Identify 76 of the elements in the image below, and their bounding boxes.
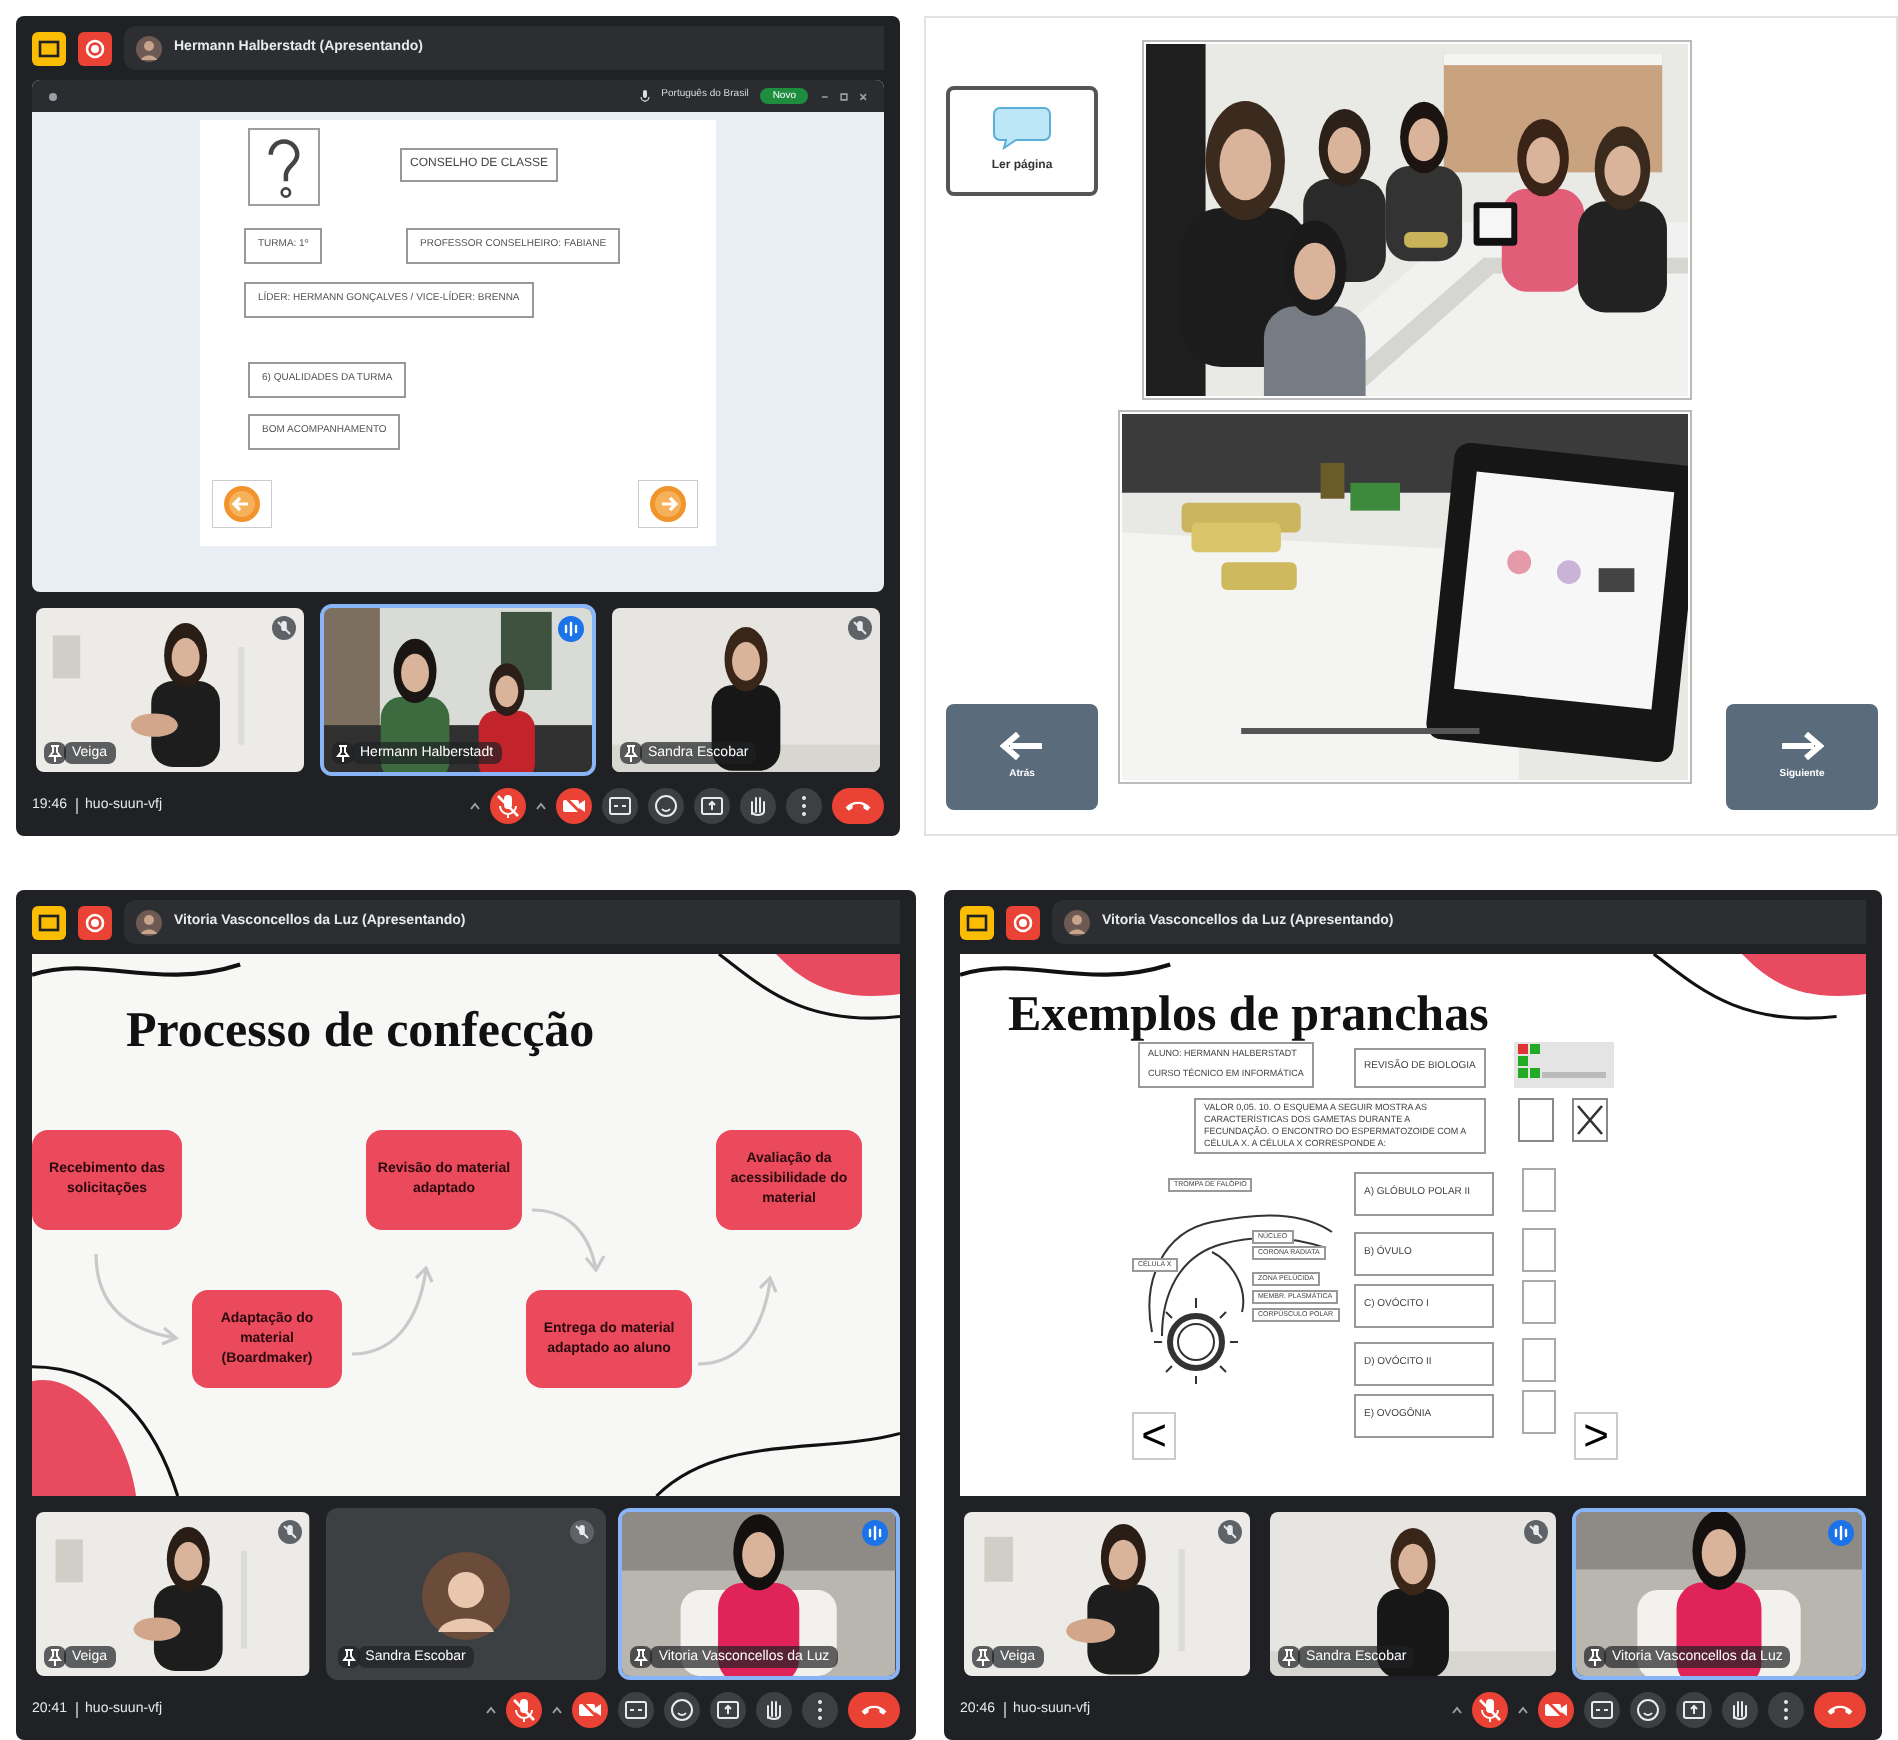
pin-icon[interactable]: [44, 1646, 66, 1668]
camera-off-button[interactable]: [572, 1692, 608, 1728]
notes-button[interactable]: [960, 905, 994, 939]
captions-button[interactable]: [602, 788, 638, 824]
camera-off-button[interactable]: [1538, 1692, 1574, 1728]
speech-bubble-icon: [992, 106, 1052, 150]
caret-icon[interactable]: [552, 1706, 562, 1714]
curved-arrow: [694, 1274, 782, 1370]
recording-button[interactable]: [1006, 905, 1040, 939]
end-call-button[interactable]: [832, 788, 884, 824]
pin-icon[interactable]: [620, 742, 642, 764]
pin-icon[interactable]: [337, 1646, 360, 1668]
presenter-avatar: [136, 909, 162, 935]
pin-icon[interactable]: [1278, 1646, 1300, 1668]
emoji-button[interactable]: [648, 788, 684, 824]
more-options-button[interactable]: [786, 788, 822, 824]
curved-arrow: [92, 1250, 180, 1346]
present-button[interactable]: [694, 788, 730, 824]
raise-hand-button[interactable]: [1722, 1692, 1758, 1728]
school-logo-icon: [1514, 1042, 1614, 1088]
option-checkbox[interactable]: [1522, 1338, 1556, 1382]
decorative-blob: [776, 954, 900, 998]
end-call-button[interactable]: [1814, 1692, 1866, 1728]
recording-button[interactable]: [78, 905, 112, 939]
mic-icon: [639, 90, 650, 102]
present-button[interactable]: [1676, 1692, 1712, 1728]
pin-icon[interactable]: [44, 742, 66, 764]
present-button[interactable]: [710, 1692, 746, 1728]
avatar: [421, 1552, 510, 1640]
menu-icon[interactable]: [48, 91, 58, 101]
curved-arrow: [348, 1266, 436, 1362]
question-mark-icon: [248, 128, 320, 206]
raise-hand-button[interactable]: [756, 1692, 792, 1728]
caret-icon[interactable]: [486, 1706, 496, 1714]
emoji-button[interactable]: [1630, 1692, 1666, 1728]
answer-checkbox[interactable]: [1518, 1098, 1554, 1142]
answer-checkbox[interactable]: [1572, 1098, 1608, 1142]
option-checkbox[interactable]: [1522, 1168, 1556, 1212]
hang-up-icon: [1826, 1702, 1854, 1718]
more-options-button[interactable]: [802, 1692, 838, 1728]
pin-icon[interactable]: [972, 1646, 994, 1668]
raise-hand-button[interactable]: [740, 788, 776, 824]
left-arrow-icon: [1000, 731, 1044, 760]
pin-icon[interactable]: [332, 742, 354, 764]
caret-icon[interactable]: [470, 802, 480, 810]
hang-up-icon: [860, 1702, 888, 1718]
option-checkbox[interactable]: [1522, 1280, 1556, 1324]
more-options-button[interactable]: [1768, 1692, 1804, 1728]
captions-button[interactable]: [618, 1692, 654, 1728]
camera-off-button[interactable]: [556, 788, 592, 824]
window-controls-icon[interactable]: [820, 91, 868, 101]
recording-button[interactable]: [78, 31, 112, 65]
decorative-blob: [1742, 954, 1866, 998]
next-button[interactable]: >: [1574, 1412, 1618, 1460]
presenter-avatar: [136, 35, 162, 61]
end-call-button[interactable]: [848, 1692, 900, 1728]
caret-icon[interactable]: [1518, 1706, 1528, 1714]
mic-off-button[interactable]: [1472, 1692, 1508, 1728]
emoji-button[interactable]: [664, 1692, 700, 1728]
right-arrow-icon: [1780, 731, 1824, 760]
caret-icon[interactable]: [536, 802, 546, 810]
mic-off-button[interactable]: [506, 1692, 542, 1728]
previous-button[interactable]: <: [1132, 1412, 1176, 1460]
slide-title: Processo de confecção: [126, 1002, 595, 1062]
option-checkbox[interactable]: [1522, 1390, 1556, 1434]
pin-icon[interactable]: [630, 1646, 653, 1668]
mic-off-button[interactable]: [490, 788, 526, 824]
captions-button[interactable]: [1584, 1692, 1620, 1728]
option-checkbox[interactable]: [1522, 1228, 1556, 1272]
notes-button[interactable]: [32, 31, 66, 65]
notes-button[interactable]: [32, 905, 66, 939]
presenter-avatar: [1064, 909, 1090, 935]
pin-icon[interactable]: [1584, 1646, 1606, 1668]
caret-icon[interactable]: [1452, 1706, 1462, 1714]
slide-title: Exemplos de pranchas: [1008, 990, 1489, 1040]
hang-up-icon: [844, 798, 872, 814]
